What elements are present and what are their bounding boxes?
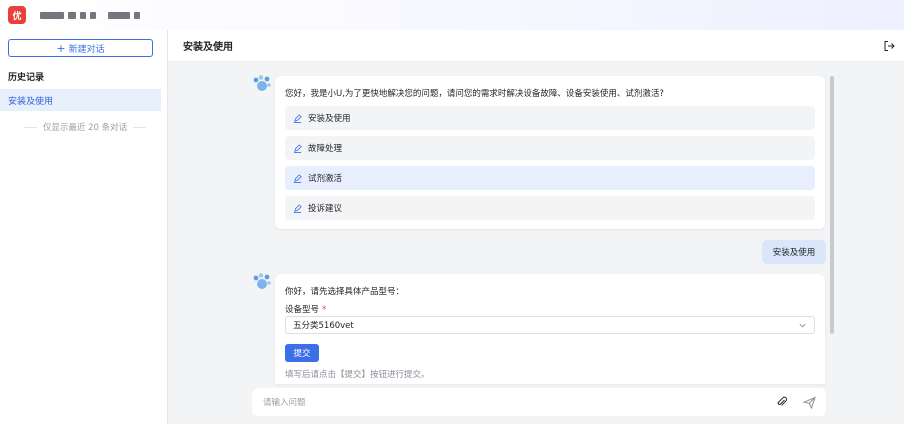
pen-icon <box>293 203 302 213</box>
new-chat-label: 新建对话 <box>68 44 105 55</box>
paperclip-icon[interactable] <box>776 396 788 408</box>
chevron-down-icon <box>799 323 806 328</box>
pen-icon <box>293 173 302 183</box>
new-chat-button[interactable]: + 新建对话 <box>8 39 153 57</box>
history-item-label: 安装及使用 <box>8 96 54 107</box>
submit-label: 提交 <box>293 349 311 359</box>
bot-avatar-icon <box>253 75 271 91</box>
sidebar: + 新建对话 历史记录 安装及使用 仅显示最近 20 条对话 <box>0 30 168 424</box>
required-mark: * <box>322 305 327 315</box>
option-label: 安装及使用 <box>308 114 351 124</box>
top-bar: 优 <box>0 0 904 30</box>
history-limit-note: 仅显示最近 20 条对话 <box>24 121 147 133</box>
plus-icon: + <box>56 41 66 55</box>
divider <box>133 126 147 128</box>
option-complaint[interactable]: 投诉建议 <box>285 196 815 220</box>
send-icon[interactable] <box>803 396 816 409</box>
input-placeholder: 请输入问题 <box>263 398 306 408</box>
option-label: 故障处理 <box>308 144 343 154</box>
user-message-text: 安装及使用 <box>772 248 816 258</box>
history-item[interactable]: 安装及使用 <box>0 89 161 111</box>
bot-message-form: 你好，请先选择具体产品型号： 设备型号 * 五分类5160vet 提交 填写后请点… <box>275 274 825 384</box>
chat-area: 您好，我是小U,为了更快地解决您的问题，请问您的需求时解决设备故障、设备安装使用… <box>168 62 904 424</box>
main-header: 安装及使用 <box>168 30 904 62</box>
masked-app-name <box>40 11 140 19</box>
pen-icon <box>293 113 302 123</box>
bot-message-options: 您好，我是小U,为了更快地解决您的问题，请问您的需求时解决设备故障、设备安装使用… <box>275 76 825 229</box>
user-message: 安装及使用 <box>762 240 826 264</box>
select-value: 五分类5160vet <box>293 321 354 331</box>
option-label: 投诉建议 <box>308 204 343 214</box>
bot-greeting-text: 您好，我是小U,为了更快地解决您的问题，请问您的需求时解决设备故障、设备安装使用… <box>285 89 664 99</box>
history-note-text: 仅显示最近 20 条对话 <box>42 123 128 133</box>
chat-input[interactable]: 请输入问题 <box>252 388 826 416</box>
option-label: 试剂激活 <box>308 174 343 184</box>
device-model-select[interactable]: 五分类5160vet <box>285 316 815 334</box>
app-logo: 优 <box>8 6 26 24</box>
exit-icon[interactable] <box>883 40 895 52</box>
option-reagent-activation[interactable]: 试剂激活 <box>285 166 815 190</box>
divider <box>24 126 37 128</box>
submit-button[interactable]: 提交 <box>285 344 319 362</box>
bot-avatar-icon <box>253 273 271 289</box>
page-title: 安装及使用 <box>183 42 233 53</box>
option-troubleshoot[interactable]: 故障处理 <box>285 136 815 160</box>
pen-icon <box>293 143 302 153</box>
history-title: 历史记录 <box>8 73 45 83</box>
device-model-label-text: 设备型号 <box>285 305 320 315</box>
device-model-label: 设备型号 * <box>285 303 326 315</box>
submit-hint: 填写后请点击【提交】按钮进行提交。 <box>285 370 430 380</box>
option-install-use[interactable]: 安装及使用 <box>285 106 815 130</box>
bot-form-prompt: 你好，请先选择具体产品型号： <box>285 287 405 297</box>
scrollbar[interactable] <box>830 76 834 334</box>
